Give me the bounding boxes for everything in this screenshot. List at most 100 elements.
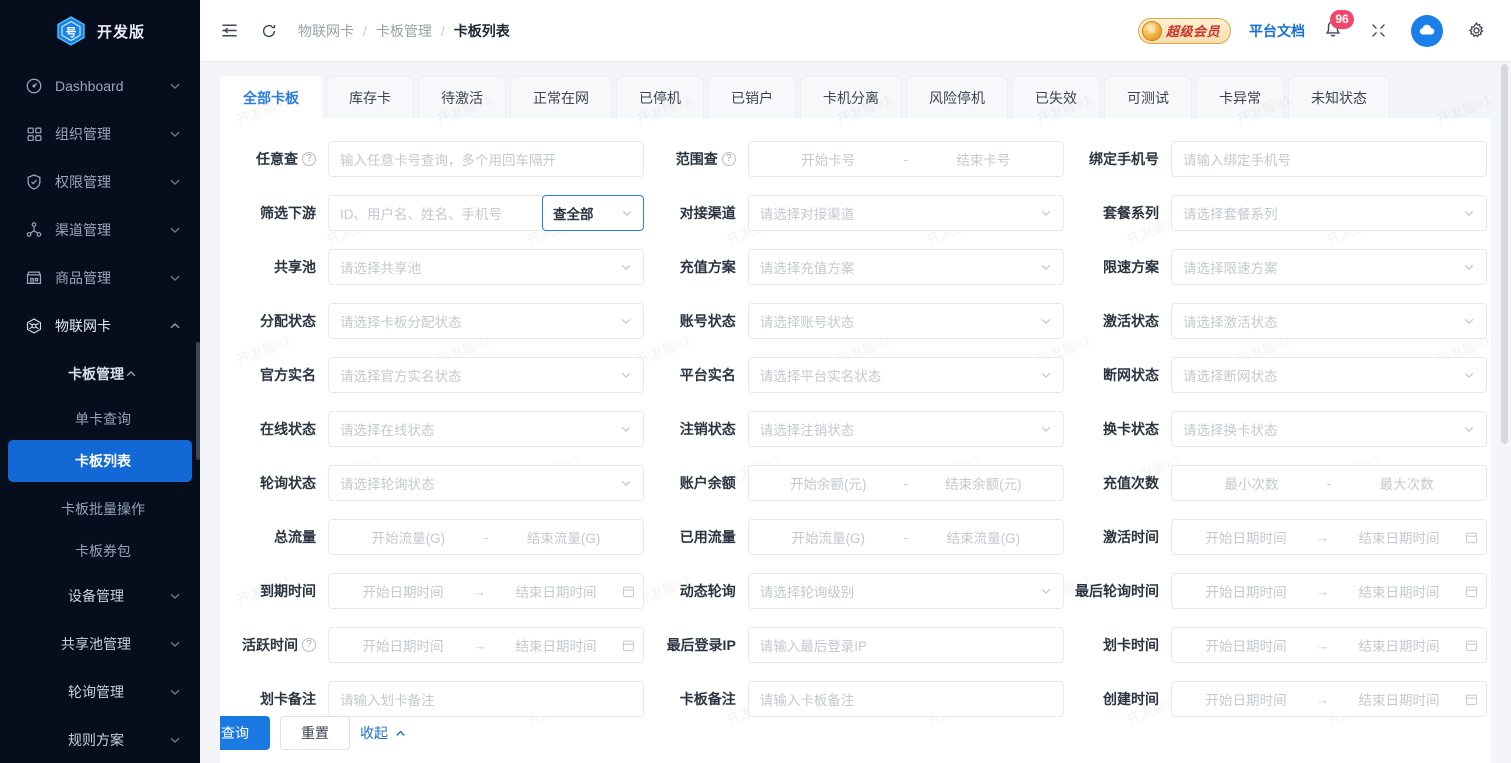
app-logo[interactable]: 号 开发版	[0, 0, 200, 62]
sidebar-item-org-management[interactable]: 组织管理	[0, 110, 200, 158]
sidebar-item-shared-pool-management[interactable]: 共享池管理	[0, 620, 200, 668]
help-icon[interactable]: ?	[302, 152, 316, 166]
range-start-placeholder[interactable]: 开始日期时间	[1180, 689, 1312, 709]
tab-10[interactable]: 卡异常	[1196, 76, 1284, 118]
sidebar-item-iot-card[interactable]: 物联网卡	[0, 302, 200, 350]
range-start-placeholder[interactable]: 开始流量(G)	[337, 527, 480, 547]
text-input-卡板备注[interactable]: 请输入卡板备注	[748, 681, 1064, 717]
downstream-search-input[interactable]: ID、用户名、姓名、手机号	[328, 195, 542, 231]
number-range-已用流量[interactable]: 开始流量(G)-结束流量(G)	[748, 519, 1064, 555]
sidebar-item-channel-management[interactable]: 渠道管理	[0, 206, 200, 254]
sidebar-item-card-coupon-pack[interactable]: 卡板券包	[0, 530, 200, 572]
range-start-placeholder[interactable]: 开始流量(G)	[757, 527, 900, 547]
sidebar-item-rule-scheme[interactable]: 规则方案	[0, 716, 200, 763]
breadcrumb-item[interactable]: 卡板管理	[376, 21, 432, 41]
cloud-icon[interactable]	[1411, 15, 1443, 47]
sidebar-item-polling-management[interactable]: 轮询管理	[0, 668, 200, 716]
tab-3[interactable]: 正常在网	[510, 76, 612, 118]
range-end-placeholder[interactable]: 结束流量(G)	[492, 527, 635, 547]
breadcrumb-item[interactable]: 物联网卡	[298, 21, 354, 41]
date-range-最后轮询时间[interactable]: 开始日期时间→结束日期时间	[1171, 573, 1487, 609]
range-end-placeholder[interactable]: 结束卡号	[912, 149, 1055, 169]
select-激活状态[interactable]: 请选择激活状态	[1171, 303, 1487, 339]
sidebar-item-permission-management[interactable]: 权限管理	[0, 158, 200, 206]
sidebar-item-card-management[interactable]: 卡板管理	[0, 350, 200, 398]
date-range-创建时间[interactable]: 开始日期时间→结束日期时间	[1171, 681, 1487, 717]
tab-7[interactable]: 风险停机	[906, 76, 1008, 118]
sidebar-item-card-batch-ops[interactable]: 卡板批量操作	[0, 488, 200, 530]
text-input-划卡备注[interactable]: 请输入划卡备注	[328, 681, 644, 717]
collapse-menu-icon[interactable]	[214, 16, 244, 46]
range-end-placeholder[interactable]: 结束日期时间	[490, 635, 622, 655]
downstream-scope-select[interactable]: 查全部	[542, 195, 644, 231]
platform-doc-link[interactable]: 平台文档	[1249, 21, 1305, 41]
text-input-绑定手机号[interactable]: 请输入绑定手机号	[1171, 141, 1487, 177]
vip-badge[interactable]: ♕ 超级会员	[1138, 18, 1231, 44]
range-end-placeholder[interactable]: 结束流量(G)	[912, 527, 1055, 547]
tab-2[interactable]: 待激活	[418, 76, 506, 118]
select-平台实名[interactable]: 请选择平台实名状态	[748, 357, 1064, 393]
number-range-总流量[interactable]: 开始流量(G)-结束流量(G)	[328, 519, 644, 555]
range-start-placeholder[interactable]: 开始日期时间	[1180, 527, 1312, 547]
collapse-filters-button[interactable]: 收起	[360, 723, 407, 743]
tab-4[interactable]: 已停机	[616, 76, 704, 118]
select-对接渠道[interactable]: 请选择对接渠道	[748, 195, 1064, 231]
refresh-icon[interactable]	[254, 16, 284, 46]
sidebar-item-device-management[interactable]: 设备管理	[0, 572, 200, 620]
range-start-placeholder[interactable]: 开始日期时间	[1180, 581, 1312, 601]
tab-11[interactable]: 未知状态	[1288, 76, 1390, 118]
date-range-划卡时间[interactable]: 开始日期时间→结束日期时间	[1171, 627, 1487, 663]
select-注销状态[interactable]: 请选择注销状态	[748, 411, 1064, 447]
number-range-范围查[interactable]: 开始卡号-结束卡号	[748, 141, 1064, 177]
sidebar-item-card-list[interactable]: 卡板列表	[8, 440, 192, 482]
tab-6[interactable]: 卡机分离	[800, 76, 902, 118]
range-end-placeholder[interactable]: 结束日期时间	[1333, 581, 1465, 601]
number-range-账户余额[interactable]: 开始余额(元)-结束余额(元)	[748, 465, 1064, 501]
range-start-placeholder[interactable]: 开始余额(元)	[757, 473, 900, 493]
select-在线状态[interactable]: 请选择在线状态	[328, 411, 644, 447]
help-icon[interactable]: ?	[302, 638, 316, 652]
tab-8[interactable]: 已失效	[1012, 76, 1100, 118]
help-icon[interactable]: ?	[722, 152, 736, 166]
date-range-活跃时间[interactable]: 开始日期时间→结束日期时间	[328, 627, 644, 663]
text-input-任意查[interactable]: 输入任意卡号查询，多个用回车隔开	[328, 141, 644, 177]
select-换卡状态[interactable]: 请选择换卡状态	[1171, 411, 1487, 447]
range-end-placeholder[interactable]: 最大次数	[1335, 473, 1478, 493]
sidebar-item-dashboard[interactable]: Dashboard	[0, 62, 200, 110]
select-轮询状态[interactable]: 请选择轮询状态	[328, 465, 644, 501]
range-start-placeholder[interactable]: 开始日期时间	[337, 581, 469, 601]
sidebar-item-product-management[interactable]: 商品管理	[0, 254, 200, 302]
range-end-placeholder[interactable]: 结束日期时间	[490, 581, 622, 601]
range-start-placeholder[interactable]: 最小次数	[1180, 473, 1323, 493]
tab-5[interactable]: 已销户	[708, 76, 796, 118]
select-限速方案[interactable]: 请选择限速方案	[1171, 249, 1487, 285]
number-range-充值次数[interactable]: 最小次数-最大次数	[1171, 465, 1487, 501]
range-start-placeholder[interactable]: 开始卡号	[757, 149, 900, 169]
reset-button[interactable]: 重置	[280, 716, 350, 750]
fullscreen-icon[interactable]	[1363, 16, 1393, 46]
select-共享池[interactable]: 请选择共享池	[328, 249, 644, 285]
tab-0[interactable]: 全部卡板	[220, 76, 322, 118]
text-input-最后登录IP[interactable]: 请输入最后登录IP	[748, 627, 1064, 663]
range-end-placeholder[interactable]: 结束余额(元)	[912, 473, 1055, 493]
select-套餐系列[interactable]: 请选择套餐系列	[1171, 195, 1487, 231]
select-动态轮询[interactable]: 请选择轮询级别	[748, 573, 1064, 609]
range-start-placeholder[interactable]: 开始日期时间	[337, 635, 469, 655]
gear-icon[interactable]	[1461, 16, 1491, 46]
select-充值方案[interactable]: 请选择充值方案	[748, 249, 1064, 285]
sidebar-item-single-card-query[interactable]: 单卡查询	[0, 398, 200, 440]
date-range-到期时间[interactable]: 开始日期时间→结束日期时间	[328, 573, 644, 609]
notification-bell[interactable]: 96	[1323, 19, 1345, 43]
select-断网状态[interactable]: 请选择断网状态	[1171, 357, 1487, 393]
range-end-placeholder[interactable]: 结束日期时间	[1333, 527, 1465, 547]
search-button[interactable]: 查询	[220, 716, 270, 750]
tab-1[interactable]: 库存卡	[326, 76, 414, 118]
range-end-placeholder[interactable]: 结束日期时间	[1333, 635, 1465, 655]
main-scrollbar[interactable]	[1501, 64, 1508, 444]
tab-9[interactable]: 可测试	[1104, 76, 1192, 118]
select-账号状态[interactable]: 请选择账号状态	[748, 303, 1064, 339]
select-官方实名[interactable]: 请选择官方实名状态	[328, 357, 644, 393]
date-range-激活时间[interactable]: 开始日期时间→结束日期时间	[1171, 519, 1487, 555]
range-start-placeholder[interactable]: 开始日期时间	[1180, 635, 1312, 655]
select-分配状态[interactable]: 请选择卡板分配状态	[328, 303, 644, 339]
